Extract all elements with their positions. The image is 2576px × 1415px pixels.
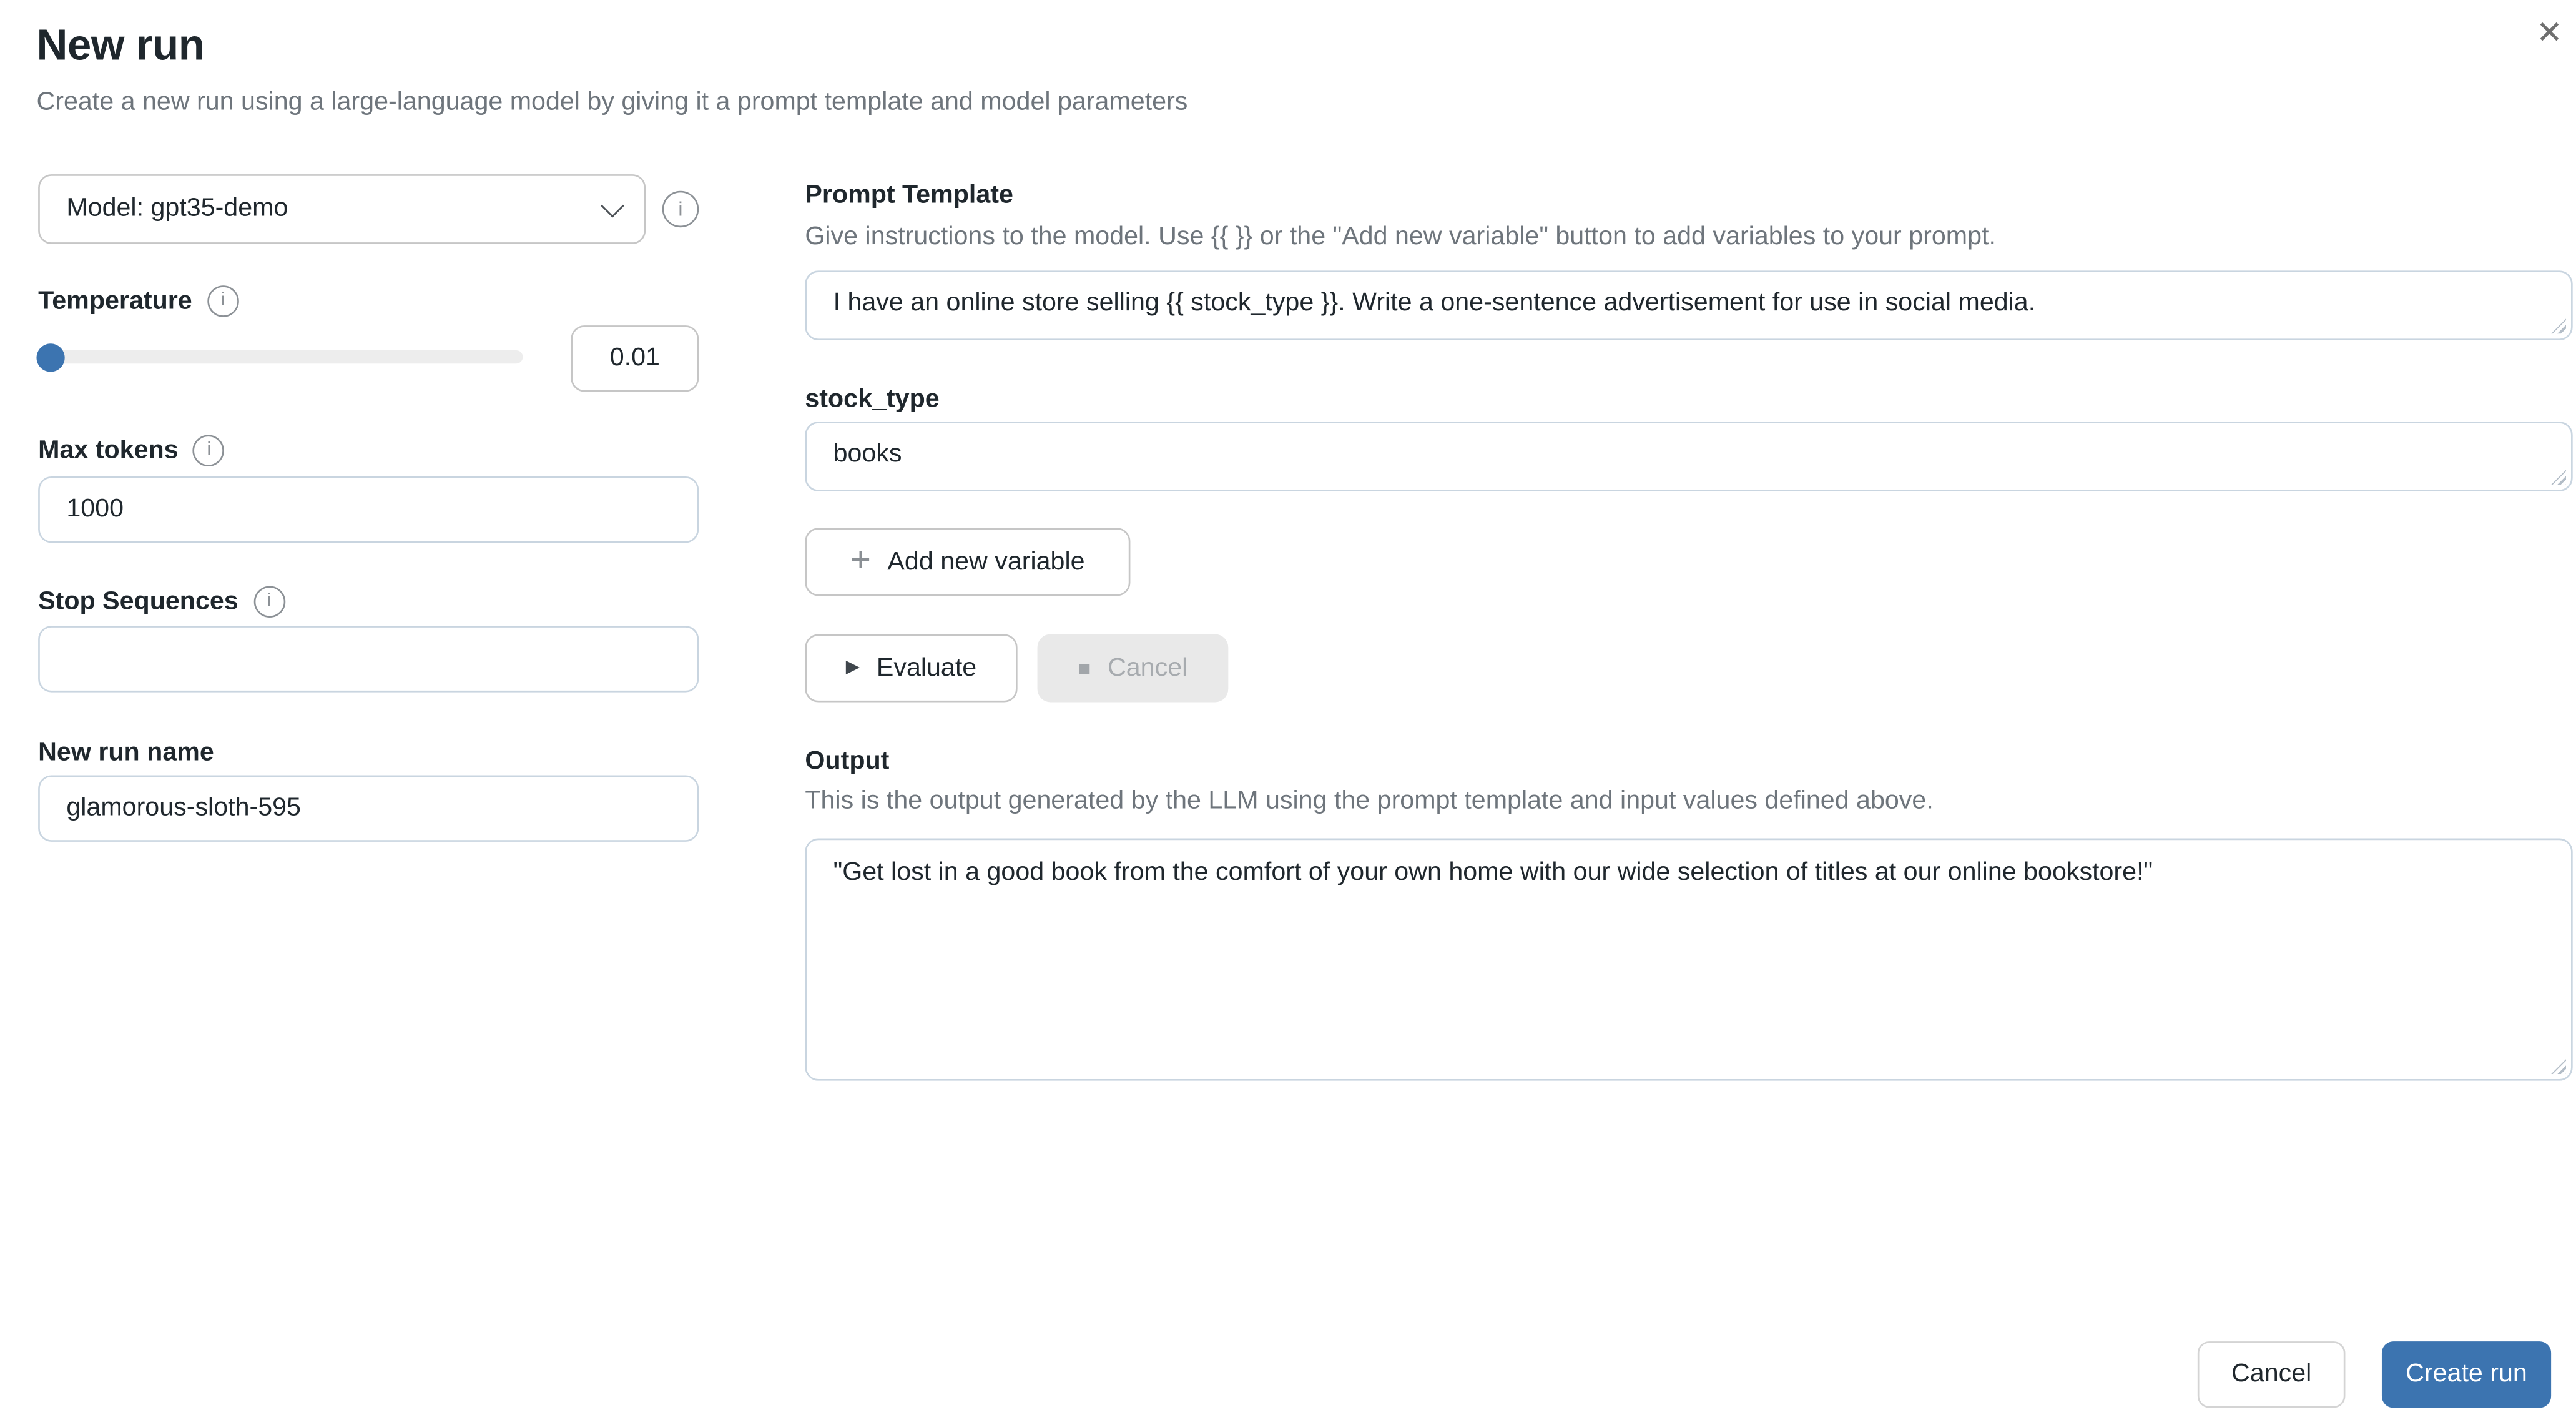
stop-sequences-label: Stop Sequences (38, 586, 238, 618)
plus-icon: + (850, 543, 871, 578)
temperature-value-input[interactable]: 0.01 (571, 325, 699, 392)
model-select[interactable]: Model: gpt35-demo (38, 174, 646, 244)
evaluate-button[interactable]: ▶ Evaluate (805, 634, 1017, 703)
add-variable-label: Add new variable (887, 547, 1084, 577)
run-name-label-row: New run name (38, 737, 214, 769)
screen: New run Create a new run using a large-l… (0, 0, 2576, 1415)
temperature-slider-handle[interactable] (36, 343, 64, 372)
prompt-template-description: Give instructions to the model. Use {{ }… (805, 221, 1996, 253)
output-textarea[interactable]: "Get lost in a good book from the comfor… (805, 839, 2572, 1081)
stop-sequences-input[interactable] (38, 626, 699, 692)
model-info-icon[interactable]: i (662, 191, 699, 227)
variable-value-textarea[interactable]: books (805, 422, 2572, 491)
max-tokens-label-row: Max tokens i (38, 435, 225, 467)
evaluate-label: Evaluate (877, 653, 976, 683)
new-run-dialog: New run Create a new run using a large-l… (0, 0, 2576, 1414)
model-select-value: Model: gpt35-demo (66, 194, 604, 224)
variable-name-label: stock_type (805, 383, 939, 415)
cancel-evaluate-button[interactable]: ■ Cancel (1038, 634, 1229, 703)
cancel-button[interactable]: Cancel (2198, 1341, 2346, 1408)
play-icon: ▶ (846, 659, 860, 677)
temperature-label: Temperature (38, 285, 192, 317)
run-name-label: New run name (38, 737, 214, 769)
stop-sequences-label-row: Stop Sequences i (38, 586, 285, 618)
cancel-evaluate-label: Cancel (1108, 653, 1187, 683)
stop-icon: ■ (1078, 658, 1091, 679)
run-name-input[interactable]: glamorous-sloth-595 (38, 776, 699, 842)
create-run-button[interactable]: Create run (2382, 1341, 2551, 1408)
stop-sequences-info-icon[interactable]: i (253, 586, 285, 618)
max-tokens-label: Max tokens (38, 435, 178, 467)
temperature-label-row: Temperature i (38, 285, 238, 317)
temperature-slider-track[interactable] (38, 350, 523, 363)
output-label: Output (805, 746, 889, 777)
page-subtitle: Create a new run using a large-language … (36, 86, 1187, 118)
prompt-template-textarea[interactable]: I have an online store selling {{ stock_… (805, 270, 2572, 340)
output-description: This is the output generated by the LLM … (805, 785, 1933, 817)
close-icon[interactable]: ✕ (2526, 10, 2572, 56)
max-tokens-input[interactable]: 1000 (38, 476, 699, 543)
add-variable-button[interactable]: + Add new variable (805, 528, 1130, 596)
prompt-template-label: Prompt Template (805, 179, 1013, 211)
page-title: New run (36, 17, 204, 73)
temperature-info-icon[interactable]: i (207, 285, 239, 317)
max-tokens-info-icon[interactable]: i (194, 435, 225, 467)
chevron-down-icon (601, 194, 624, 218)
